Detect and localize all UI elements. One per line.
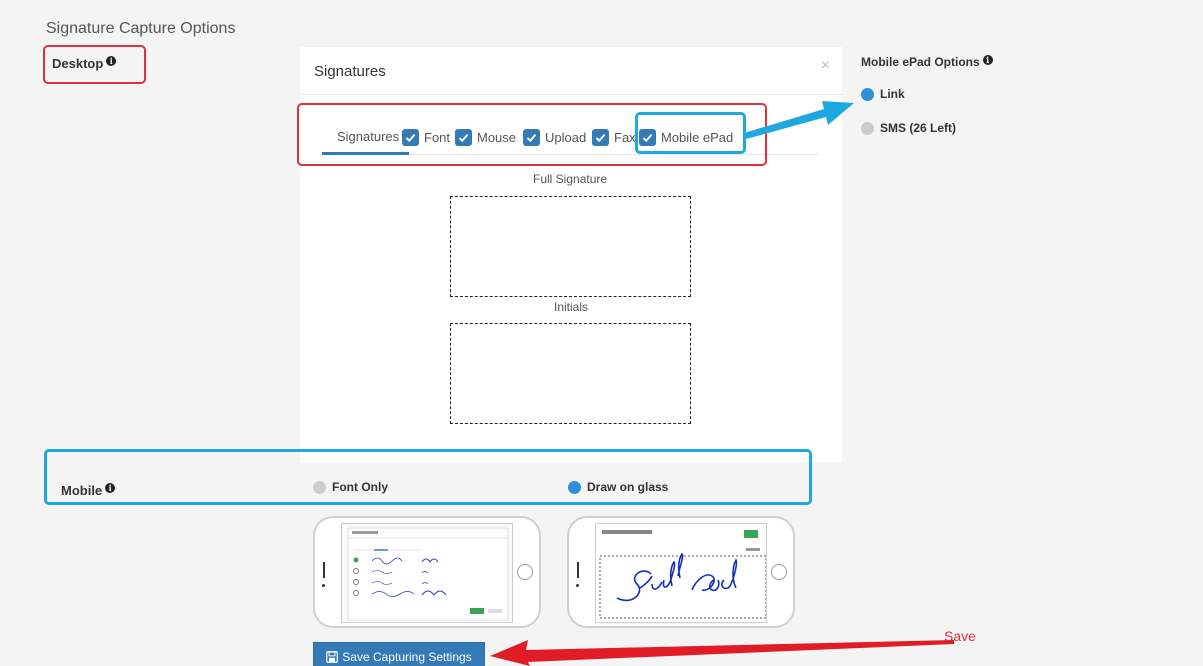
radio-unselected-icon[interactable] [861,121,874,135]
phone-speaker [323,562,325,578]
phone-camera-dot [322,584,325,587]
phone-preview-draw-on-glass [567,516,795,628]
epad-option-sms-label: SMS (26 Left) [880,121,957,135]
font-only-preview-image [347,527,509,621]
annotation-arrow-blue [744,101,854,139]
modal-header: Signatures × [300,47,842,95]
mobile-epad-options-label: Mobile ePad Options [861,55,980,69]
mobile-option-font-only-label: Font Only [332,480,388,494]
mobile-label-group: Mobile i [61,483,116,498]
phone-camera-dot [576,584,579,587]
phone-speaker [577,562,579,578]
desktop-label-group: Desktop i [52,56,117,71]
mobile-highlight-box [44,449,812,505]
phone-screen-font-only [341,523,513,623]
mobile-option-font-only[interactable]: Font Only [313,480,388,494]
info-circle-icon[interactable]: i [105,483,116,493]
full-signature-pad[interactable] [450,196,691,297]
mobile-option-draw-on-glass-label: Draw on glass [587,480,669,494]
close-icon[interactable]: × [821,57,830,75]
save-button-label: Save Capturing Settings [342,650,472,664]
radio-selected-icon[interactable] [568,480,581,494]
radio-unselected-icon[interactable] [313,480,326,494]
annotation-arrow-red [490,640,954,666]
save-capturing-settings-button[interactable]: Save Capturing Settings [313,642,485,666]
save-annotation-label: Save [944,628,976,644]
info-circle-icon[interactable]: i [982,55,993,65]
epad-option-link[interactable]: Link [861,87,905,101]
desktop-label: Desktop [52,56,104,71]
mobile-option-draw-on-glass[interactable]: Draw on glass [568,480,668,494]
epad-option-link-label: Link [880,87,905,101]
draw-on-glass-preview-image [596,524,766,622]
phone-home-button-icon [517,564,533,580]
phone-screen-draw-on-glass [595,523,767,623]
initials-pad[interactable] [450,323,691,424]
full-signature-label: Full Signature [533,172,608,186]
mobile-epad-highlight-box [635,112,746,154]
floppy-disk-icon [326,651,339,663]
mobile-epad-options-group: Mobile ePad Options i [861,55,993,69]
info-circle-icon[interactable]: i [106,56,117,66]
page-title: Signature Capture Options [46,20,236,37]
initials-label: Initials [554,300,589,314]
epad-option-sms[interactable]: SMS (26 Left) [861,121,956,135]
phone-preview-font-only [313,516,541,628]
radio-selected-icon[interactable] [861,87,874,101]
mobile-label: Mobile [61,483,103,498]
phone-home-button-icon [771,564,787,580]
modal-title: Signatures [314,63,386,80]
